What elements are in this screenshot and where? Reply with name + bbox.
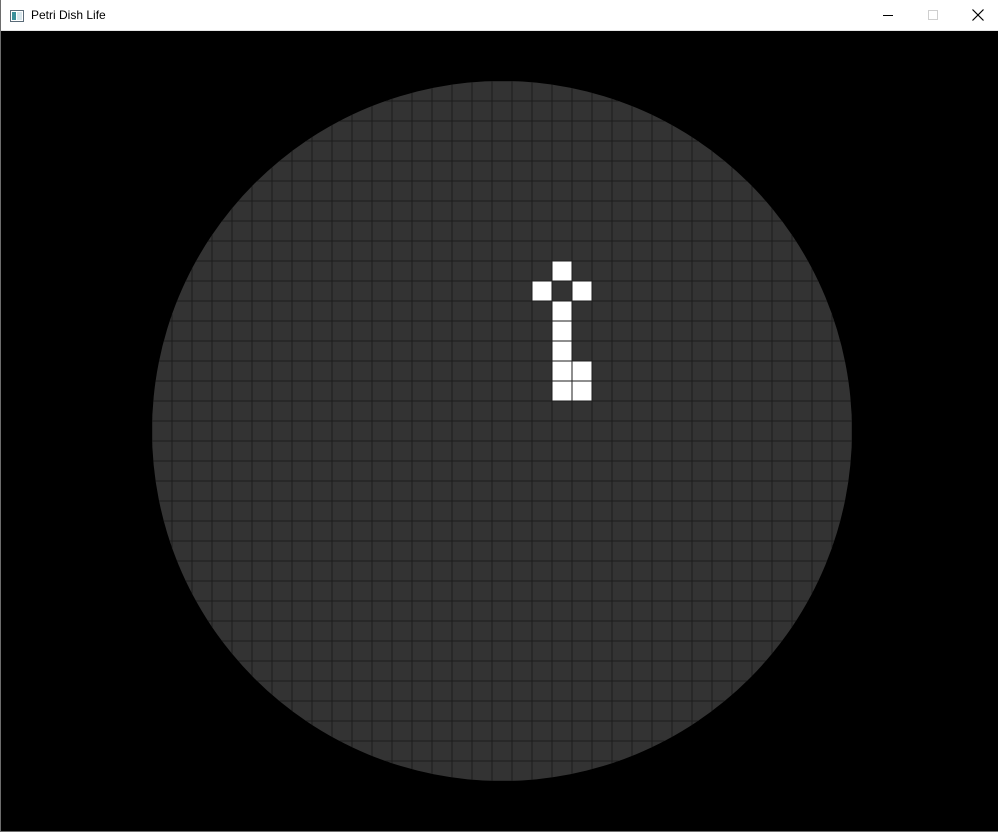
minimize-icon — [883, 10, 893, 20]
live-cell[interactable] — [552, 301, 572, 321]
live-cell[interactable] — [552, 321, 572, 341]
minimize-button[interactable] — [865, 0, 911, 30]
petri-dish-canvas[interactable] — [2, 31, 998, 831]
live-cell[interactable] — [572, 281, 592, 301]
live-cell[interactable] — [552, 341, 572, 361]
app-window-icon — [10, 9, 24, 22]
maximize-button[interactable] — [910, 0, 956, 30]
window-title: Petri Dish Life — [31, 8, 106, 22]
petri-dish — [152, 81, 852, 781]
app-window: Petri Dish Life — [0, 0, 998, 832]
live-cell[interactable] — [552, 381, 572, 401]
title-bar[interactable]: Petri Dish Life — [1, 0, 998, 31]
live-cell[interactable] — [552, 361, 572, 381]
live-cell[interactable] — [552, 261, 572, 281]
maximize-icon — [928, 10, 938, 20]
client-area — [2, 31, 998, 831]
close-icon — [972, 9, 984, 21]
live-cell[interactable] — [572, 361, 592, 381]
live-cell[interactable] — [532, 281, 552, 301]
live-cell[interactable] — [572, 381, 592, 401]
close-button[interactable] — [955, 0, 998, 30]
